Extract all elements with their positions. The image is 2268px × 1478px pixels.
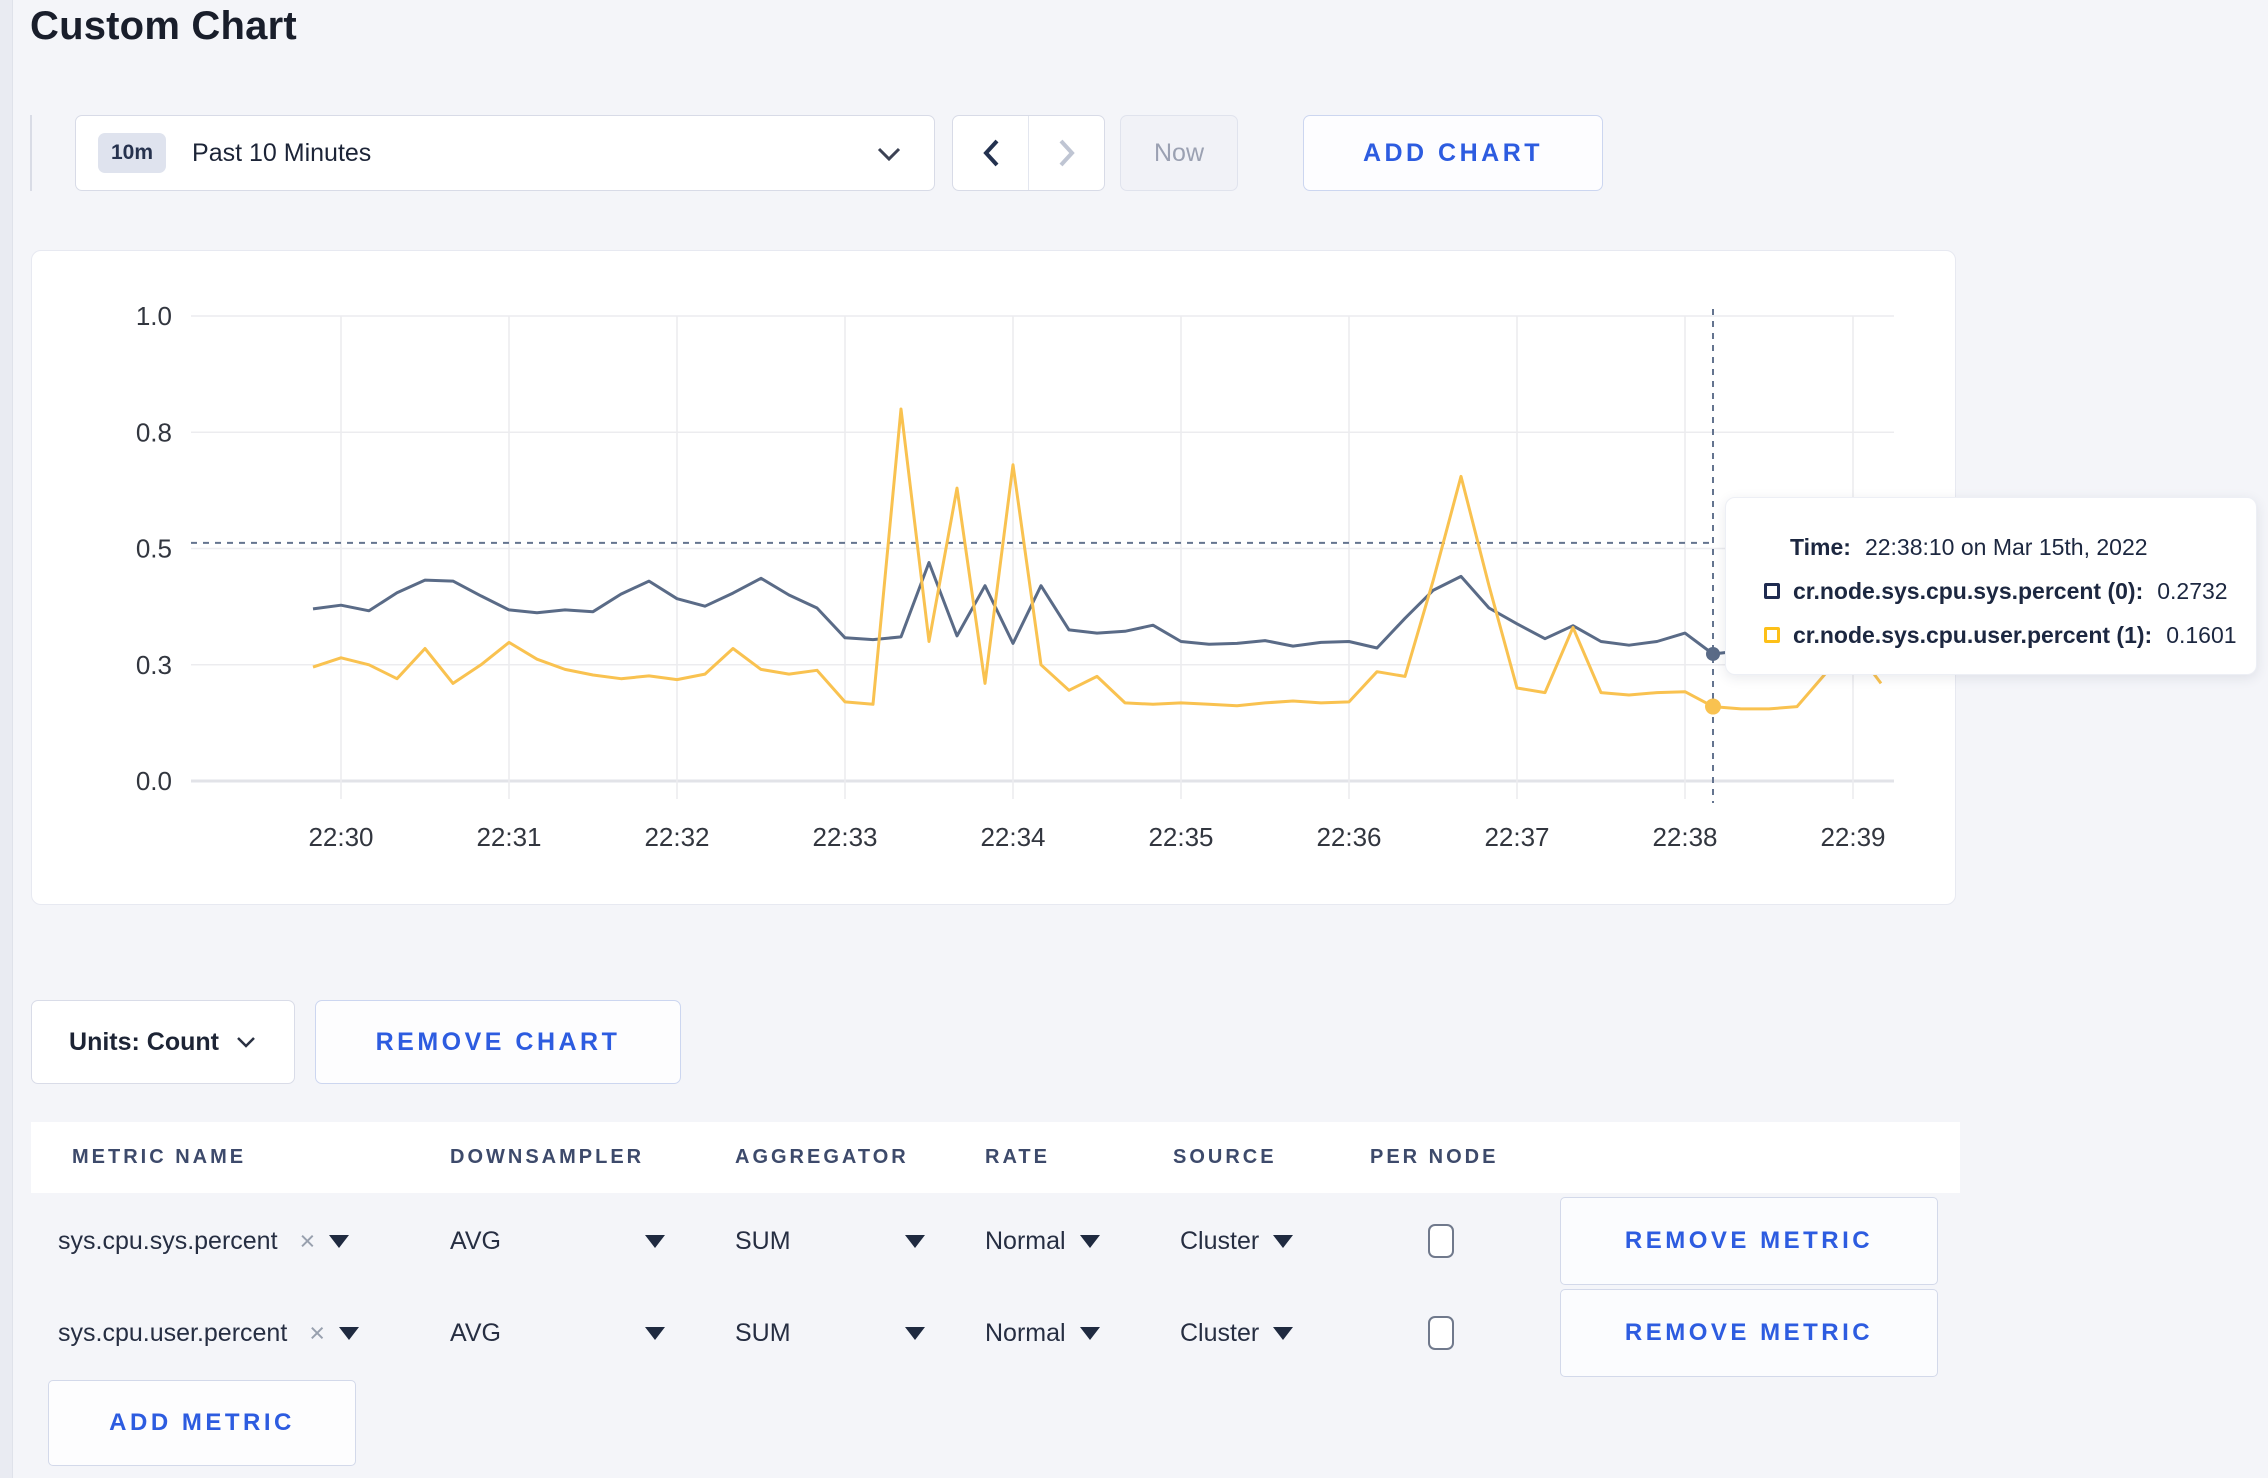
tooltip-series-value: 0.2732: [2157, 577, 2228, 604]
svg-text:22:37: 22:37: [1484, 822, 1549, 852]
user-series-swatch-icon: [1764, 627, 1780, 643]
tooltip-time-label: Time:: [1790, 533, 1851, 560]
rate-value: Normal: [985, 1226, 1066, 1255]
caret-down-icon: [1079, 1234, 1100, 1248]
downsampler-select[interactable]: AVG: [450, 1196, 665, 1286]
time-nav-group: [952, 115, 1105, 191]
caret-down-icon: [645, 1326, 665, 1340]
rate-value: Normal: [985, 1318, 1066, 1347]
svg-text:22:36: 22:36: [1316, 822, 1381, 852]
aggregator-select[interactable]: SUM: [735, 1196, 925, 1286]
remove-metric-button[interactable]: REMOVE METRIC: [1560, 1289, 1938, 1377]
caret-down-icon: [905, 1234, 925, 1248]
now-button[interactable]: Now: [1120, 115, 1238, 191]
caret-down-icon: [645, 1234, 665, 1248]
metric-row: sys.cpu.sys.percent × AVG SUM Normal Clu…: [0, 1196, 2268, 1286]
svg-text:22:38: 22:38: [1652, 822, 1717, 852]
source-value: Cluster: [1180, 1226, 1260, 1255]
sys-series-swatch-icon: [1764, 583, 1780, 599]
page-title: Custom Chart: [30, 4, 297, 48]
tooltip-series-value: 0.1601: [2166, 621, 2237, 648]
svg-text:22:32: 22:32: [644, 822, 709, 852]
col-header-metric-name: METRIC NAME: [72, 1146, 247, 1168]
source-select[interactable]: Cluster: [1180, 1196, 1294, 1286]
downsampler-select[interactable]: AVG: [450, 1288, 665, 1378]
metrics-table-header: METRIC NAME DOWNSAMPLER AGGREGATOR RATE …: [31, 1122, 1960, 1193]
tooltip-series-label: cr.node.sys.cpu.user.percent (1):: [1793, 621, 2153, 648]
svg-text:0.8: 0.8: [136, 417, 172, 447]
per-node-checkbox[interactable]: [1428, 1224, 1454, 1258]
tooltip-series-row: cr.node.sys.cpu.sys.percent (0): 0.2732: [1764, 569, 2256, 613]
next-interval-button[interactable]: [1029, 116, 1104, 190]
svg-text:0.5: 0.5: [136, 534, 172, 564]
chevron-down-icon: [876, 146, 902, 162]
tooltip-time-row: Time: 22:38:10 on Mar 15th, 2022: [1764, 525, 2256, 569]
col-header-downsampler: DOWNSAMPLER: [450, 1146, 645, 1168]
chart-card: 0.0 0.3 0.5 0.8 1.0 22:30 22:31 22:32 22:33 22:34…: [31, 250, 1956, 905]
downsampler-value: AVG: [450, 1226, 501, 1255]
remove-metric-button[interactable]: REMOVE METRIC: [1560, 1197, 1938, 1285]
source-value: Cluster: [1180, 1318, 1260, 1347]
svg-text:22:30: 22:30: [308, 822, 373, 852]
chevron-down-icon: [237, 1037, 255, 1048]
caret-down-icon: [1273, 1234, 1294, 1248]
tooltip-series-row: cr.node.sys.cpu.user.percent (1): 0.1601: [1764, 613, 2256, 657]
units-select[interactable]: Units: Count: [31, 1000, 295, 1084]
metric-name-value: sys.cpu.user.percent: [58, 1318, 288, 1347]
chart-svg[interactable]: 0.0 0.3 0.5 0.8 1.0 22:30 22:31 22:32 22:33 22:34…: [32, 251, 1957, 906]
metric-name-select[interactable]: sys.cpu.user.percent ×: [58, 1288, 360, 1378]
metric-row: sys.cpu.user.percent × AVG SUM Normal Cl…: [0, 1288, 2268, 1378]
caret-down-icon: [905, 1326, 925, 1340]
time-window-badge: 10m: [98, 133, 167, 173]
col-header-source: SOURCE: [1173, 1146, 1277, 1168]
tooltip-series-label: cr.node.sys.cpu.sys.percent (0):: [1793, 577, 2144, 604]
svg-text:22:33: 22:33: [812, 822, 877, 852]
caret-down-icon: [339, 1326, 360, 1340]
add-chart-button[interactable]: ADD CHART: [1303, 115, 1603, 191]
tooltip-time-value: 22:38:10 on Mar 15th, 2022: [1864, 533, 2148, 560]
clear-metric-icon[interactable]: ×: [309, 1318, 325, 1349]
aggregator-value: SUM: [735, 1226, 791, 1255]
metric-name-value: sys.cpu.sys.percent: [58, 1226, 278, 1255]
svg-text:22:34: 22:34: [980, 822, 1045, 852]
rate-select[interactable]: Normal: [985, 1196, 1100, 1286]
units-label: Units: Count: [69, 1027, 219, 1056]
source-select[interactable]: Cluster: [1180, 1288, 1294, 1378]
caret-down-icon: [1273, 1326, 1294, 1340]
chart-tooltip: Time: 22:38:10 on Mar 15th, 2022 cr.node…: [1725, 497, 2257, 675]
caret-down-icon: [329, 1234, 350, 1248]
svg-text:22:35: 22:35: [1148, 822, 1213, 852]
col-header-per-node: PER NODE: [1370, 1146, 1499, 1168]
svg-text:22:31: 22:31: [476, 822, 541, 852]
metric-name-select[interactable]: sys.cpu.sys.percent ×: [58, 1196, 350, 1286]
add-metric-button[interactable]: ADD METRIC: [48, 1380, 356, 1466]
svg-text:1.0: 1.0: [136, 301, 172, 331]
aggregator-select[interactable]: SUM: [735, 1288, 925, 1378]
toolbar-divider: [30, 115, 32, 191]
time-range-select[interactable]: 10m Past 10 Minutes: [75, 115, 935, 191]
caret-down-icon: [1079, 1326, 1100, 1340]
remove-chart-button[interactable]: REMOVE CHART: [315, 1000, 681, 1084]
per-node-checkbox[interactable]: [1428, 1316, 1454, 1350]
col-header-rate: RATE: [985, 1146, 1050, 1168]
col-header-aggregator: AGGREGATOR: [735, 1146, 909, 1168]
svg-text:22:39: 22:39: [1820, 822, 1885, 852]
aggregator-value: SUM: [735, 1318, 791, 1347]
svg-text:0.3: 0.3: [136, 650, 172, 680]
clear-metric-icon[interactable]: ×: [300, 1226, 316, 1257]
time-window-label: Past 10 Minutes: [192, 138, 372, 167]
rate-select[interactable]: Normal: [985, 1288, 1100, 1378]
downsampler-value: AVG: [450, 1318, 501, 1347]
prev-interval-button[interactable]: [953, 116, 1029, 190]
svg-text:0.0: 0.0: [136, 766, 172, 796]
